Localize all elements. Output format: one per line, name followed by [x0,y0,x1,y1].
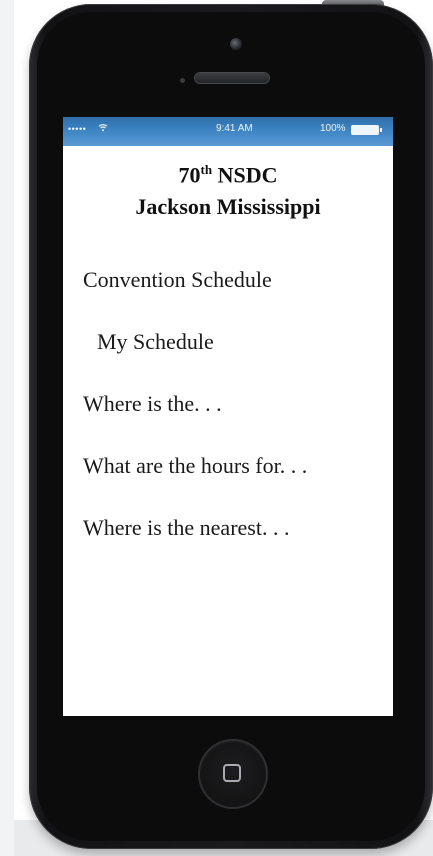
earpiece-speaker [195,73,269,83]
menu-item-where-is-the[interactable]: Where is the. . . [83,391,222,417]
edition-number: 70 [178,162,201,188]
signal-strength-icon: ••••• [68,124,87,134]
edition-suffix: th [200,162,213,177]
menu-item-convention-schedule[interactable]: Convention Schedule [83,267,272,293]
proximity-sensor [180,78,185,83]
menu-item-where-is-nearest[interactable]: Where is the nearest. . . [83,515,289,541]
battery-percent: 100% [320,123,346,134]
backdrop-left [0,0,14,856]
event-name: NSDC [217,162,278,188]
event-title: 70th NSDC [63,162,393,188]
menu-item-hours-for[interactable]: What are the hours for. . . [83,453,307,479]
status-bar: ••••• 9:41 AM 100% [63,117,393,146]
battery-icon [351,125,382,135]
wifi-icon [98,123,108,134]
home-button-icon [223,764,241,782]
phone-screen: ••••• 9:41 AM 100% 70th NSDC Jackson Mis… [63,117,393,716]
status-time: 9:41 AM [216,123,253,134]
front-camera-icon [230,38,242,50]
menu-item-my-schedule[interactable]: My Schedule [97,329,214,355]
home-button[interactable] [200,741,266,807]
event-location: Jackson Mississippi [135,194,321,219]
app-canvas: ••••• 9:41 AM 100% 70th NSDC Jackson Mis… [0,0,433,856]
